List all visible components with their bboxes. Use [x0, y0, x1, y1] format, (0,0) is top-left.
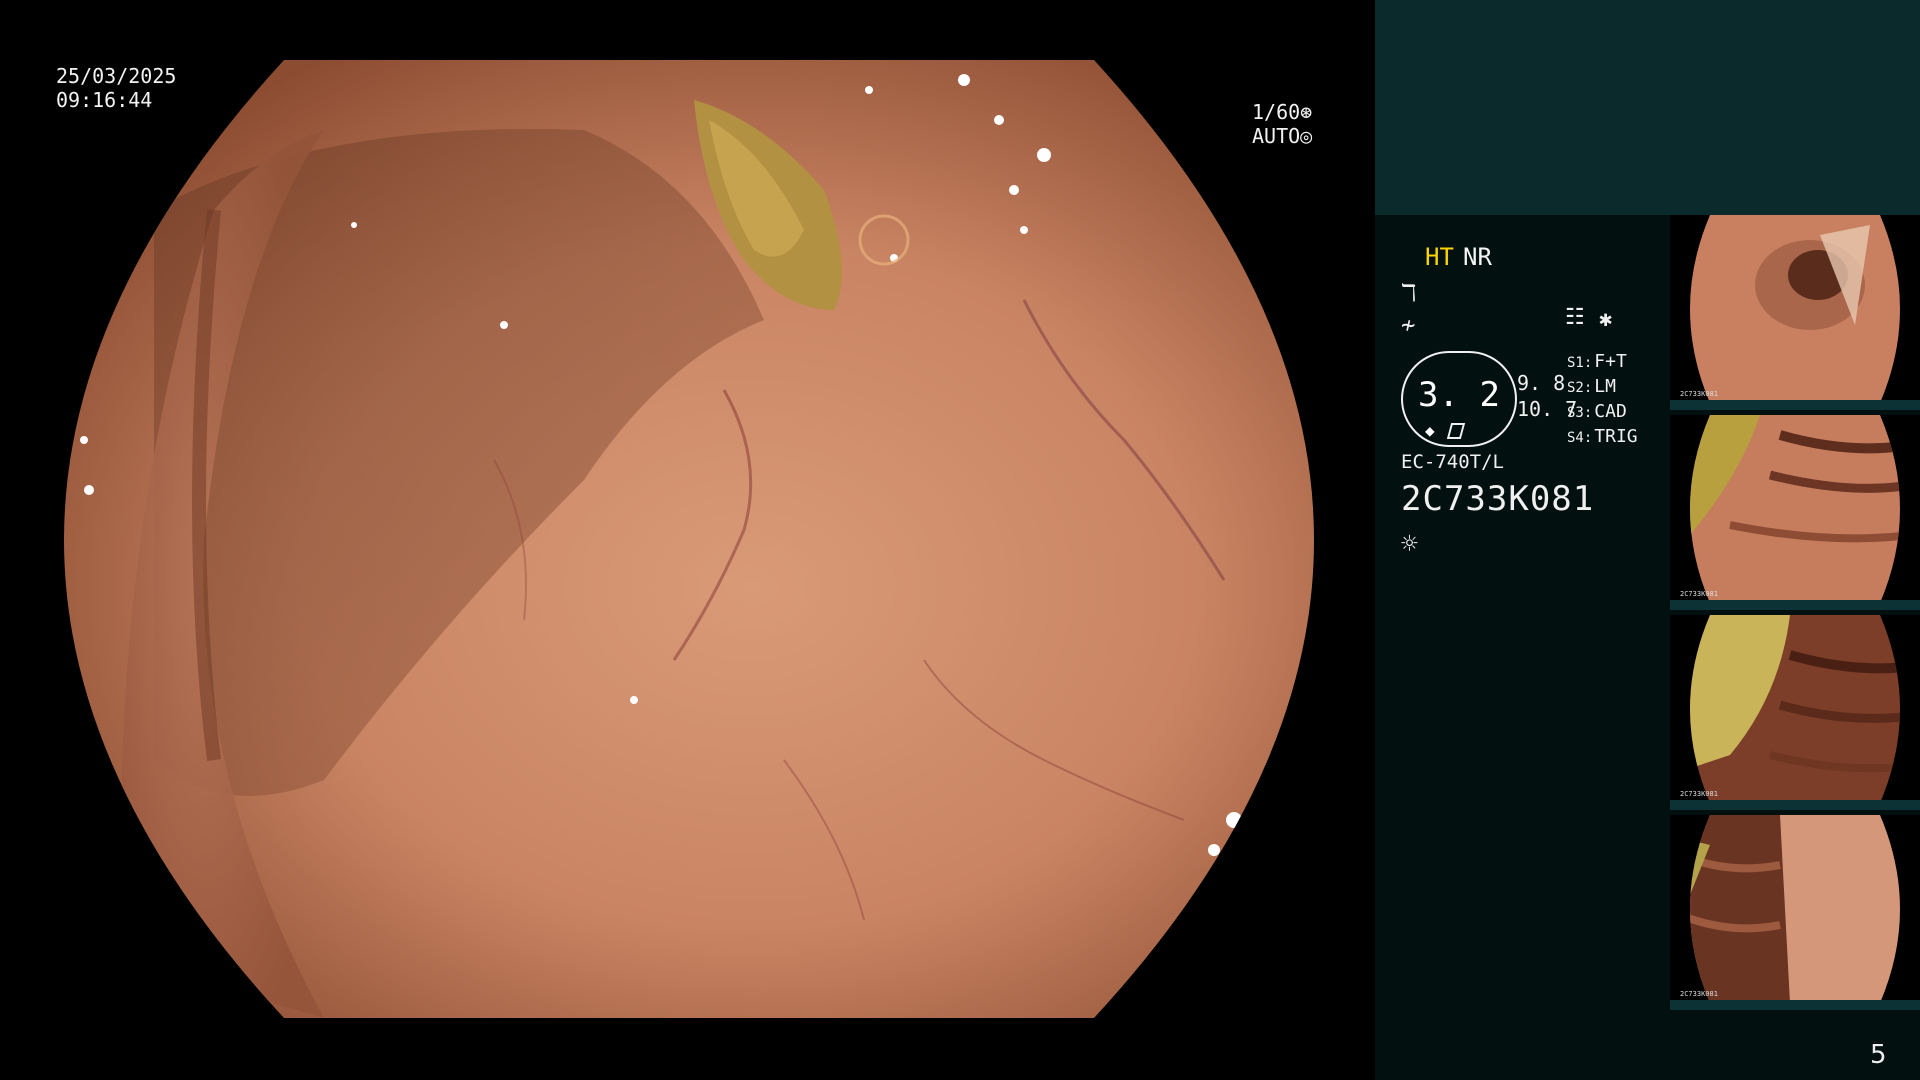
endoscope-image-area: 25/03/2025 09:16:44 1/60⊛ AUTO◎	[0, 0, 1375, 1080]
gauge-display: 3. 2 ◆	[1401, 351, 1517, 447]
star-icon: ✱	[1599, 307, 1613, 332]
exposure-readout: 1/60⊛ AUTO◎	[1252, 100, 1312, 148]
slot-key: S2:	[1567, 380, 1593, 396]
thumbnail-label: 2C733K081	[1680, 390, 1718, 398]
thumbnail-label: 2C733K081	[1680, 990, 1718, 998]
date-text: 25/03/2025	[56, 64, 177, 88]
thumbnail-bar	[1670, 1000, 1920, 1010]
thumbnail-image	[1690, 815, 1900, 1003]
ht-label: HT	[1425, 243, 1454, 271]
aperture-icon: ⊛	[1300, 100, 1313, 124]
slot-value: TRIG	[1594, 426, 1638, 447]
capture-thumbnail-4[interactable]: 2C733K081	[1670, 815, 1920, 1010]
thumbnail-label: 2C733K081	[1680, 790, 1718, 798]
processor-settings: HT NR ℸ ≁ ☷ ✱ 3. 2 ◆ 9. 8 10. 7 S1: F+T S…	[1375, 215, 1670, 1080]
nr-label: NR	[1463, 243, 1492, 271]
iris-icon: ◎	[1300, 124, 1313, 148]
scope-serial: 2C733K081	[1401, 479, 1595, 519]
capture-thumbnail-2[interactable]: 2C733K081	[1670, 415, 1920, 610]
pen-icon: ◆	[1425, 421, 1435, 440]
capture-thumbnail-3[interactable]: 2C733K081	[1670, 615, 1920, 810]
thumbnail-image	[1690, 215, 1900, 403]
slot-value: F+T	[1594, 351, 1627, 372]
settings-panel-icon: ☷	[1565, 305, 1585, 330]
page-number: 5	[1870, 1040, 1887, 1070]
slot-key: S4:	[1567, 430, 1593, 446]
thumbnail-bar	[1670, 400, 1920, 410]
enhancement-icon: ≁	[1401, 311, 1416, 339]
slot-value: LM	[1594, 376, 1616, 397]
panel-header-area	[1375, 0, 1920, 215]
date-time-readout: 25/03/2025 09:16:44	[56, 64, 176, 112]
square-icon	[1446, 423, 1466, 439]
exposure-mode-text: AUTO	[1252, 124, 1301, 148]
endoscopic-view	[64, 60, 1314, 1018]
thumbnail-label: 2C733K081	[1680, 590, 1718, 598]
slot-s3: S3: CAD	[1567, 401, 1627, 422]
thumbnail-bar	[1670, 600, 1920, 610]
gauge-value: 3. 2	[1418, 375, 1500, 415]
light-source-icon: ☼	[1401, 527, 1418, 560]
slot-key: S3:	[1567, 405, 1593, 421]
slot-s4: S4: TRIG	[1567, 426, 1638, 447]
slot-key: S1:	[1567, 355, 1593, 371]
scope-model: EC-740T/L	[1401, 451, 1504, 473]
capture-thumbnail-1[interactable]: 2C733K081	[1670, 215, 1920, 410]
slot-s2: S2: LM	[1567, 376, 1616, 397]
slot-value: CAD	[1594, 401, 1627, 422]
value-a: 9. 8	[1517, 371, 1566, 395]
thumbnail-bar	[1670, 800, 1920, 810]
mucosa-image	[64, 60, 1314, 1018]
slot-s1: S1: F+T	[1567, 351, 1627, 372]
info-side-panel: HT NR ℸ ≁ ☷ ✱ 3. 2 ◆ 9. 8 10. 7 S1: F+T S…	[1375, 0, 1920, 1080]
time-text: 09:16:44	[56, 88, 153, 112]
shutter-speed-text: 1/60	[1252, 100, 1301, 124]
contrast-icon: ℸ	[1401, 279, 1417, 307]
thumbnail-image	[1690, 615, 1900, 803]
thumbnail-image	[1690, 415, 1900, 603]
